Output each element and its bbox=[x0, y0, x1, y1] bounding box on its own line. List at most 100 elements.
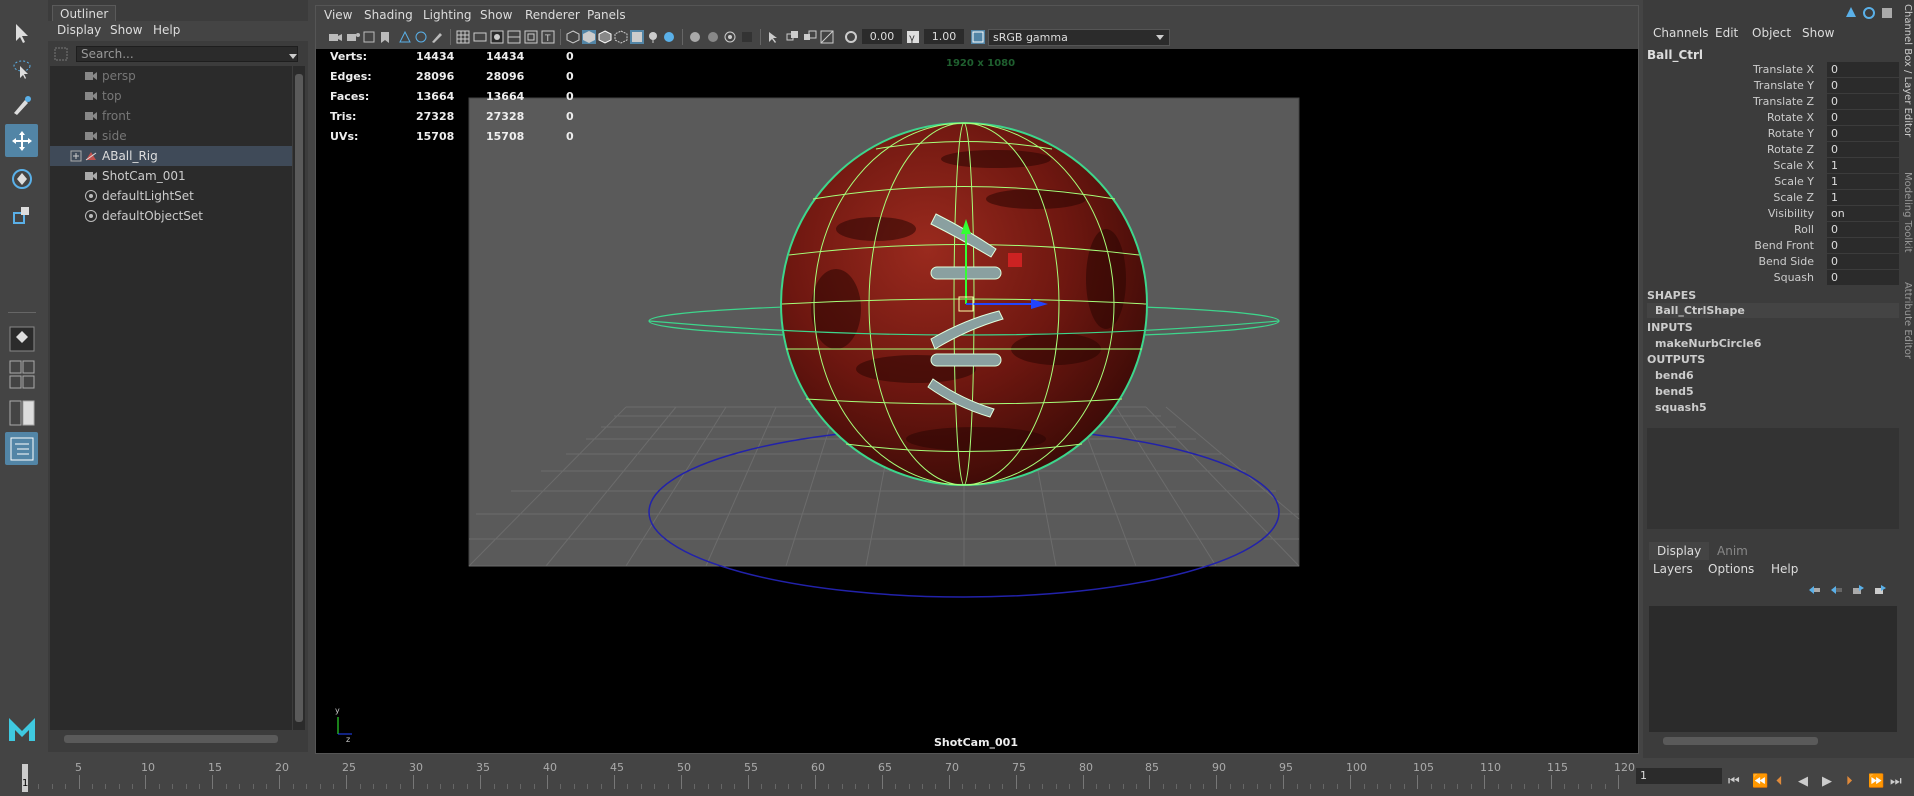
step-back-frame-icon[interactable]: ⏴ bbox=[1776, 774, 1783, 789]
scale-tool-icon[interactable] bbox=[5, 198, 38, 231]
backface-culling-icon[interactable] bbox=[820, 30, 834, 44]
attr-value[interactable]: 0 bbox=[1827, 270, 1899, 285]
scroll-thumb[interactable] bbox=[1663, 737, 1818, 745]
attr-row[interactable]: Squash 0 bbox=[1643, 270, 1899, 286]
outliner-item-front[interactable]: front bbox=[50, 106, 292, 126]
outliner-item-default-object-set[interactable]: defaultObjectSet bbox=[50, 206, 292, 226]
outliner-item-side[interactable]: side bbox=[50, 126, 292, 146]
two-pane-layout-icon[interactable] bbox=[5, 396, 38, 429]
viewport-menu-renderer[interactable]: Renderer bbox=[525, 8, 580, 22]
color-management-icon[interactable] bbox=[971, 30, 985, 44]
attr-row[interactable]: Rotate Z 0 bbox=[1643, 142, 1899, 158]
go-to-end-icon[interactable]: ⏭ bbox=[1890, 774, 1902, 789]
attr-row[interactable]: Rotate X 0 bbox=[1643, 110, 1899, 126]
paint-select-tool-icon[interactable] bbox=[5, 88, 38, 121]
2d-pan-zoom-icon[interactable] bbox=[398, 30, 412, 44]
outliner-menu-display[interactable]: Display bbox=[57, 23, 101, 37]
attr-value[interactable]: 0 bbox=[1827, 94, 1899, 109]
attr-row[interactable]: Scale X 1 bbox=[1643, 158, 1899, 174]
attr-value[interactable]: 0 bbox=[1827, 126, 1899, 141]
camera-attributes-icon[interactable] bbox=[346, 30, 360, 44]
gamma-field[interactable]: 1.00 bbox=[924, 29, 964, 44]
bookmark-icon[interactable] bbox=[362, 30, 376, 44]
attr-value[interactable]: on bbox=[1827, 206, 1899, 221]
side-tab-modeling-toolkit[interactable]: Modeling Toolkit bbox=[1902, 172, 1913, 253]
layer-tab-display[interactable]: Display bbox=[1649, 542, 1710, 560]
layer-menu-options[interactable]: Options bbox=[1708, 562, 1754, 576]
attr-value[interactable]: 0 bbox=[1827, 222, 1899, 237]
step-forward-key-icon[interactable]: ⏩ bbox=[1868, 774, 1884, 789]
grid-icon[interactable] bbox=[456, 30, 470, 44]
outliner-vertical-scrollbar[interactable] bbox=[293, 66, 305, 730]
attr-row[interactable]: Translate Z 0 bbox=[1643, 94, 1899, 110]
scroll-thumb[interactable] bbox=[64, 735, 278, 743]
color-space-dropdown[interactable]: sRGB gamma bbox=[988, 29, 1170, 46]
image-plane-icon[interactable] bbox=[378, 30, 392, 44]
grease-pencil-icon[interactable] bbox=[414, 30, 428, 44]
attr-row[interactable]: Rotate Y 0 bbox=[1643, 126, 1899, 142]
play-backward-icon[interactable]: ◀ bbox=[1798, 774, 1808, 789]
play-forward-icon[interactable]: ▶ bbox=[1822, 774, 1832, 789]
attr-row[interactable]: Bend Front 0 bbox=[1643, 238, 1899, 254]
attr-value[interactable]: 0 bbox=[1827, 78, 1899, 93]
channel-menu-channels[interactable]: Channels bbox=[1653, 26, 1709, 40]
outliner-horizontal-scrollbar[interactable] bbox=[50, 731, 292, 746]
attr-row[interactable]: Translate Y 0 bbox=[1643, 78, 1899, 94]
shadows-icon[interactable] bbox=[646, 30, 660, 44]
attr-row[interactable]: Scale Z 1 bbox=[1643, 190, 1899, 206]
select-tool-icon[interactable] bbox=[5, 16, 38, 49]
outliner-menu-help[interactable]: Help bbox=[153, 23, 180, 37]
output-node[interactable]: bend6 bbox=[1655, 369, 1694, 382]
scroll-thumb[interactable] bbox=[295, 74, 303, 722]
step-back-key-icon[interactable]: ⏪ bbox=[1752, 774, 1768, 789]
attr-row[interactable]: Bend Side 0 bbox=[1643, 254, 1899, 270]
expand-icon[interactable] bbox=[70, 150, 82, 162]
exposure-icon[interactable] bbox=[844, 30, 858, 44]
layer-tab-anim[interactable]: Anim bbox=[1709, 544, 1756, 558]
wireframe-icon[interactable] bbox=[566, 30, 580, 44]
gate-mask-icon[interactable] bbox=[507, 30, 521, 44]
channel-box-attribute-icon[interactable] bbox=[1862, 6, 1876, 20]
wireframe-on-shaded-icon[interactable] bbox=[598, 30, 612, 44]
move-layer-down-icon[interactable] bbox=[1829, 584, 1843, 596]
output-node[interactable]: bend5 bbox=[1655, 385, 1694, 398]
lasso-tool-icon[interactable] bbox=[5, 52, 38, 85]
xray-icon[interactable] bbox=[766, 30, 780, 44]
single-pane-layout-icon[interactable] bbox=[5, 322, 38, 355]
safe-title-icon[interactable]: T bbox=[541, 30, 555, 44]
outliner-item-default-light-set[interactable]: defaultLightSet bbox=[50, 186, 292, 206]
outliner-tab[interactable]: Outliner bbox=[52, 5, 117, 22]
viewport-menu-lighting[interactable]: Lighting bbox=[423, 8, 472, 22]
field-chart-icon[interactable] bbox=[524, 30, 538, 44]
channel-box-layer-icon[interactable] bbox=[1880, 6, 1894, 20]
use-all-lights-icon[interactable] bbox=[630, 30, 644, 44]
filter-icon[interactable] bbox=[54, 47, 68, 64]
side-tab-attribute-editor[interactable]: Attribute Editor bbox=[1902, 282, 1913, 359]
channel-menu-show[interactable]: Show bbox=[1802, 26, 1834, 40]
viewport-menu-view[interactable]: View bbox=[324, 8, 352, 22]
outliner-item-top[interactable]: top bbox=[50, 86, 292, 106]
xray-joints-icon[interactable] bbox=[786, 30, 800, 44]
shape-node[interactable]: Ball_CtrlShape bbox=[1655, 304, 1745, 317]
3d-viewport[interactable]: y z Verts: 14434 14434 0 Edges: 28096 28… bbox=[316, 49, 1638, 753]
anti-aliasing-icon[interactable] bbox=[706, 30, 720, 44]
time-slider[interactable]: 1 5 10 15 20 25 30 35 40 45 50 55 60 65 70 75 80 85 90 95 1… bbox=[0, 758, 1914, 796]
input-node[interactable]: makeNurbCircle6 bbox=[1655, 337, 1761, 350]
layer-menu-layers[interactable]: Layers bbox=[1653, 562, 1693, 576]
pencil-icon[interactable] bbox=[430, 30, 444, 44]
attr-value[interactable]: 0 bbox=[1827, 62, 1899, 77]
new-layer-icon[interactable] bbox=[1851, 584, 1865, 596]
new-layer-selected-icon[interactable] bbox=[1873, 584, 1887, 596]
attr-row[interactable]: Scale Y 1 bbox=[1643, 174, 1899, 190]
depth-of-field-icon[interactable] bbox=[723, 30, 737, 44]
move-layer-up-icon[interactable] bbox=[1807, 584, 1821, 596]
ambient-occlusion-icon[interactable] bbox=[662, 30, 676, 44]
textured-icon[interactable] bbox=[614, 30, 628, 44]
outliner-layout-icon[interactable] bbox=[5, 432, 38, 465]
viewport-menu-panels[interactable]: Panels bbox=[587, 8, 626, 22]
gamma-icon[interactable]: γ bbox=[906, 30, 920, 44]
attr-row[interactable]: Visibility on bbox=[1643, 206, 1899, 222]
go-to-start-icon[interactable]: ⏮ bbox=[1728, 774, 1740, 789]
attr-value[interactable]: 0 bbox=[1827, 238, 1899, 253]
layer-menu-help[interactable]: Help bbox=[1771, 562, 1798, 576]
